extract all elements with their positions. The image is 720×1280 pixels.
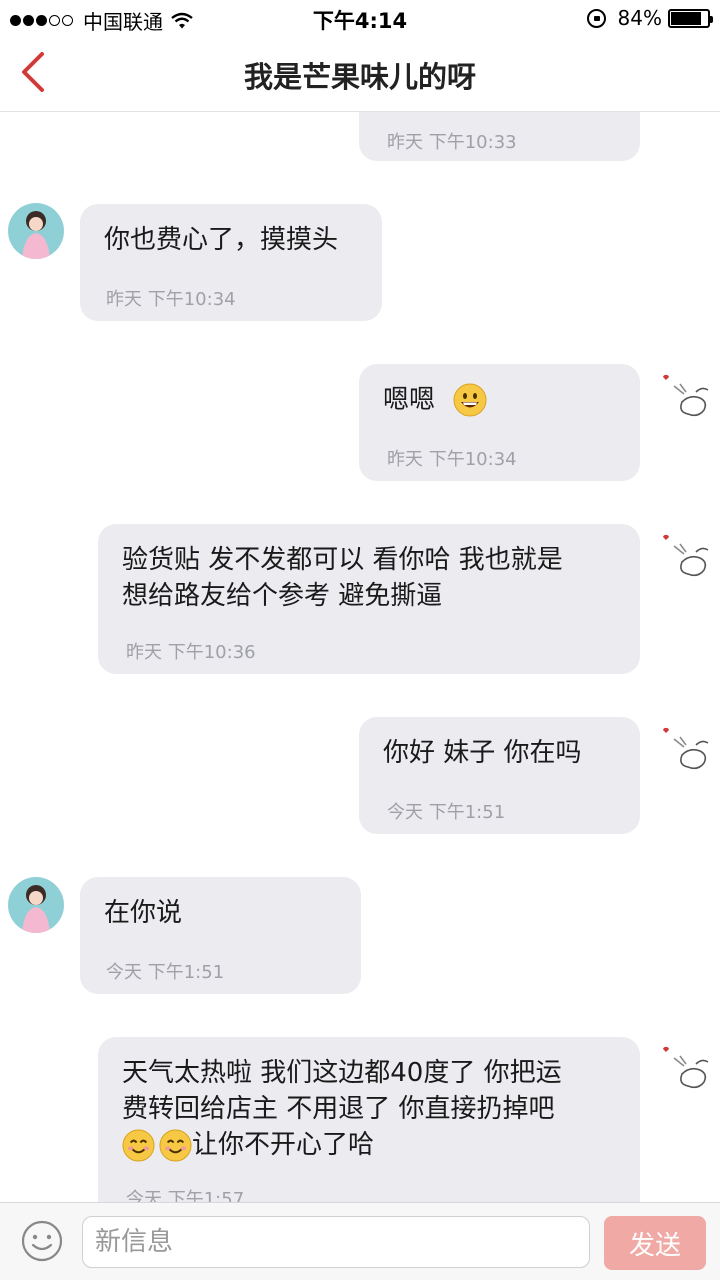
message-bubble-incoming[interactable]: 在你说 今天 下午1:51 [80,877,361,994]
battery-percent: 84% [617,6,662,30]
message-timestamp: 今天 下午1:51 [106,962,225,983]
message-bubble-outgoing[interactable]: 昨天 下午10:33 [359,112,640,161]
message-timestamp: 昨天 下午10:33 [387,132,517,153]
sticker-status-icon [663,727,709,770]
message-timestamp: 昨天 下午10:34 [387,449,517,470]
sticker-status-icon [663,1046,709,1089]
sticker-status-icon [663,374,709,417]
message-text: 你好 妹子 你在吗 [383,738,582,768]
message-text-line: 天气太热啦 我们这边都40度了 你把运 [122,1058,562,1088]
message-timestamp: 今天 下午1:57 [126,1189,245,1202]
message-text-line: 嗯嗯 [383,385,436,415]
message-text-line: 想给路友给个参考 避免撕逼 [122,581,443,611]
avatar-image [8,877,64,933]
message-text: 验货贴 发不发都可以 看你哈 我也就是 想给路友给个参考 避免撕逼 [122,542,563,614]
avatar-image [8,203,64,259]
battery-level [671,11,702,25]
message-bubble-outgoing[interactable]: 你好 妹子 你在吗 今天 下午1:51 [359,717,640,834]
smiling-face-icon [122,1128,155,1162]
message-timestamp: 昨天 下午10:36 [126,642,256,663]
rotation-lock-icon [586,8,606,28]
message-bubble-incoming[interactable]: 你也费心了，摸摸头 昨天 下午10:34 [80,204,382,321]
battery-icon [668,8,713,28]
smiling-face-icon [159,1128,192,1162]
message-list[interactable]: 昨天 下午10:33 你也费心了，摸摸头 昨天 下午10:34 嗯嗯 昨天 下午… [0,112,720,1202]
status-bar: 中国联通 下午4:14 84% [0,0,720,36]
message-bubble-outgoing[interactable]: 嗯嗯 昨天 下午10:34 [359,364,640,481]
contact-avatar[interactable] [8,877,64,933]
conversation-title: 我是芒果味儿的呀 [243,60,476,94]
message-text: 天气太热啦 我们这边都40度了 你把运 费转回给店主 不用退了 你直接扔掉吧 让… [122,1055,562,1163]
message-bubble-outgoing[interactable]: 验货贴 发不发都可以 看你哈 我也就是 想给路友给个参考 避免撕逼 昨天 下午1… [98,524,640,674]
message-text-line: 费转回给店主 不用退了 你直接扔掉吧 [122,1094,555,1124]
nav-bar: 我是芒果味儿的呀 [0,36,720,112]
message-text: 嗯嗯 [383,382,487,418]
emoji-button[interactable] [20,1219,64,1263]
emoji-icon [21,1220,63,1262]
message-bubble-outgoing[interactable]: 天气太热啦 我们这边都40度了 你把运 费转回给店主 不用退了 你直接扔掉吧 让… [98,1037,640,1202]
message-timestamp: 今天 下午1:51 [387,802,506,823]
message-text: 你也费心了，摸摸头 [104,225,339,255]
message-text-line: 让你不开心了哈 [192,1130,375,1160]
message-text: 在你说 [104,898,183,928]
send-button[interactable]: 发送 [604,1216,706,1270]
sticker-status-icon [663,534,709,577]
contact-avatar[interactable] [8,203,64,259]
grinning-face-icon [453,383,487,417]
message-timestamp: 昨天 下午10:34 [106,289,236,310]
message-input[interactable] [82,1216,590,1268]
message-text-line: 让你不开心了哈 [122,1127,562,1163]
status-right: 84% [586,6,713,30]
compose-bar: 发送 [0,1202,720,1280]
message-text-line: 验货贴 发不发都可以 看你哈 我也就是 [122,545,563,575]
